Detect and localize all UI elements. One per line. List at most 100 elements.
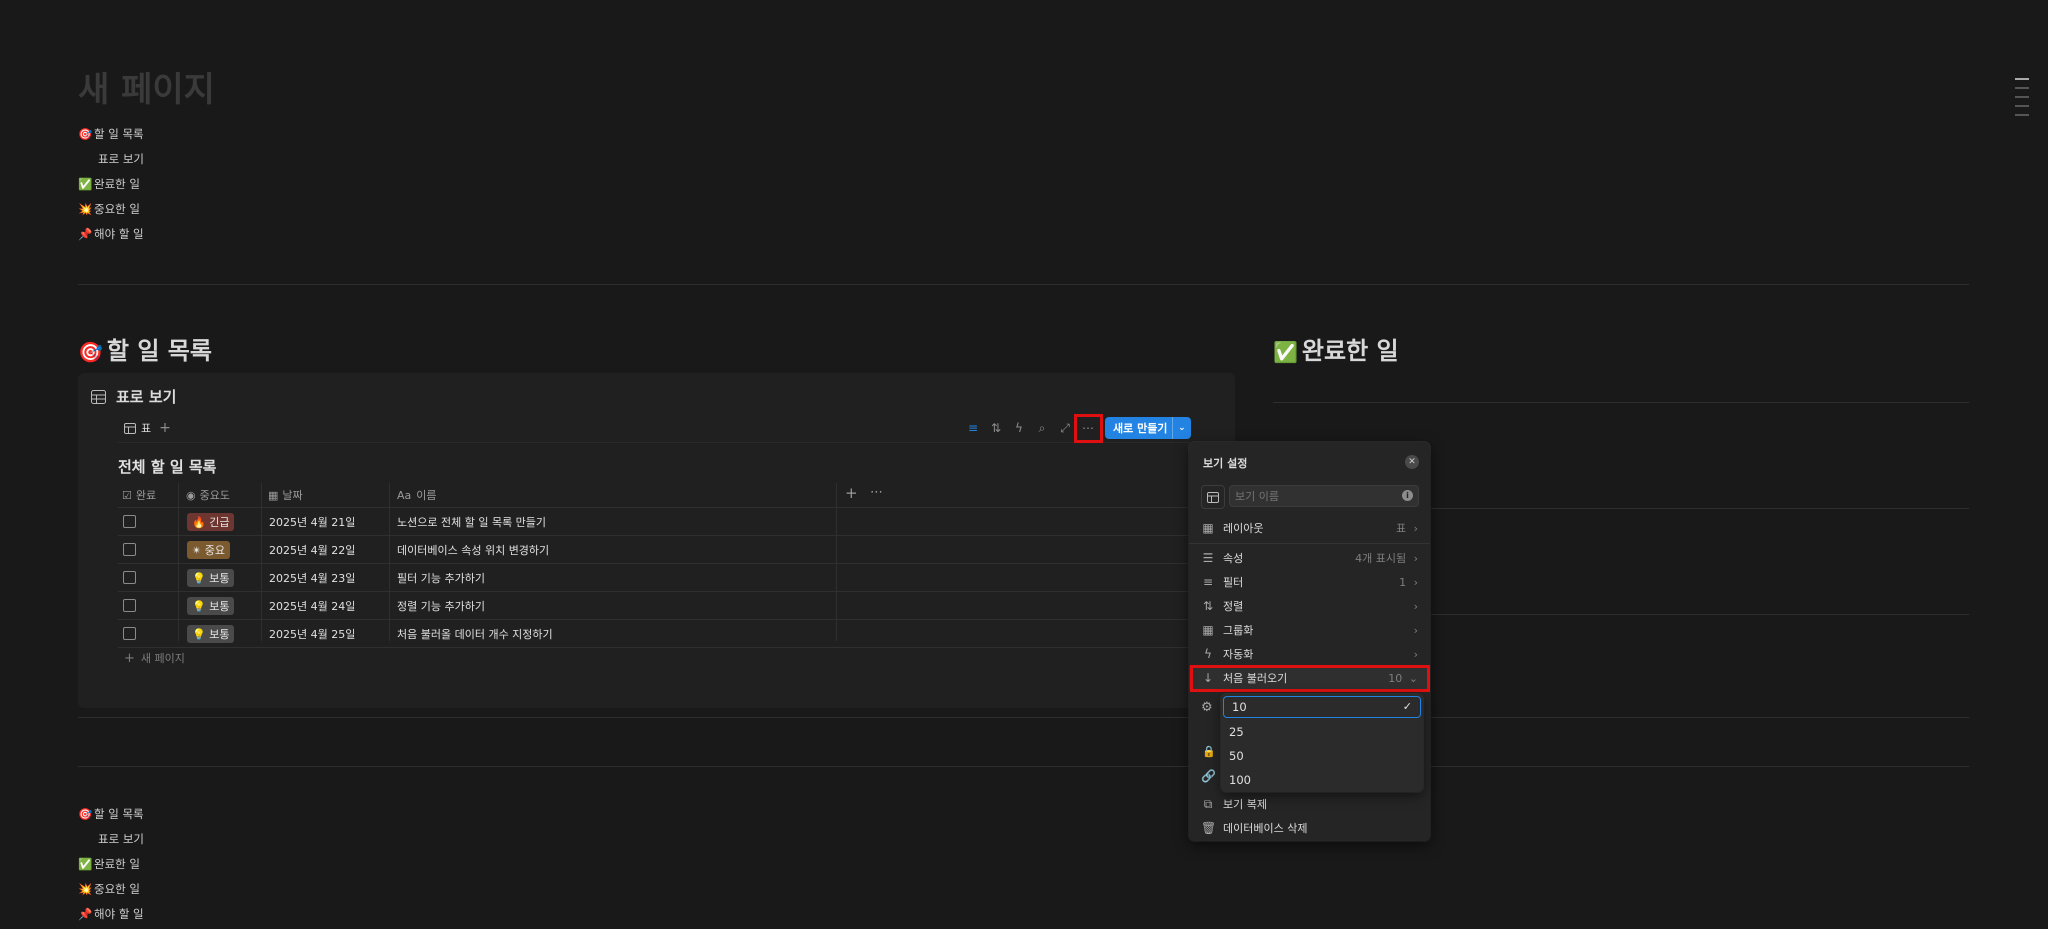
menu-item-automation[interactable]: ϟ 자동화 › bbox=[1189, 642, 1430, 666]
automation-icon[interactable]: ϟ bbox=[1009, 418, 1029, 438]
table-body: 🔥 긴급 2025년 4월 21일 노션으로 전체 할 일 목록 만들기 ✴ 중… bbox=[118, 507, 1190, 648]
column-label: 완료 bbox=[135, 489, 157, 502]
toc-label: 표로 보기 bbox=[98, 152, 144, 166]
toc-item-table-view[interactable]: 표로 보기 bbox=[78, 147, 278, 172]
expand-icon[interactable]: ⤢ bbox=[1055, 418, 1075, 438]
search-icon[interactable]: ⌕ bbox=[1032, 418, 1052, 438]
chevron-right-icon: › bbox=[1413, 623, 1418, 637]
target-icon: 🎯 bbox=[78, 807, 93, 821]
column-header-priority[interactable]: ◉ 중요도 bbox=[186, 487, 230, 503]
column-header-date[interactable]: ▦ 날짜 bbox=[268, 487, 303, 503]
toc-item-todo[interactable]: 🎯 할 일 목록 bbox=[78, 802, 278, 827]
tab-table[interactable]: 표 bbox=[124, 420, 151, 436]
table-icon bbox=[91, 389, 106, 404]
table-row[interactable]: 💡 보통 2025년 4월 24일 정렬 기능 추가하기 bbox=[118, 591, 1190, 619]
chevron-right-icon: › bbox=[1413, 575, 1418, 589]
column-label: 중요도 bbox=[199, 489, 230, 502]
load-option-selected[interactable]: 10 ✓ bbox=[1223, 696, 1421, 718]
date-cell[interactable]: 2025년 4월 25일 bbox=[269, 626, 355, 642]
toc-item-important[interactable]: 💥 중요한 일 bbox=[78, 877, 278, 902]
menu-item-layout[interactable]: ▦ 레이아웃 표 › bbox=[1189, 516, 1430, 540]
menu-item-delete-database[interactable]: 🗑 데이터베이스 삭제 bbox=[1189, 816, 1430, 840]
outline-mark bbox=[2015, 78, 2029, 80]
menu-item-filter[interactable]: ≡ 필터 1 › bbox=[1189, 570, 1430, 594]
date-cell[interactable]: 2025년 4월 22일 bbox=[269, 542, 355, 558]
page-outline[interactable] bbox=[2015, 78, 2029, 123]
priority-tag[interactable]: ✴ 중요 bbox=[187, 540, 230, 559]
name-cell[interactable]: 데이터베이스 속성 위치 변경하기 bbox=[397, 542, 549, 558]
outline-mark bbox=[2015, 105, 2029, 107]
table-row[interactable]: ✴ 중요 2025년 4월 22일 데이터베이스 속성 위치 변경하기 bbox=[118, 535, 1190, 563]
column-more-icon[interactable]: ⋯ bbox=[870, 485, 883, 500]
menu-item-label: 자동화 bbox=[1223, 648, 1254, 661]
database-view-title[interactable]: 표로 보기 bbox=[91, 386, 176, 407]
toc-item-todo[interactable]: 🎯 할 일 목록 bbox=[78, 122, 278, 147]
view-icon-picker[interactable] bbox=[1201, 485, 1225, 509]
menu-item-label: 데이터베이스 삭제 bbox=[1223, 822, 1308, 835]
column-header-done[interactable]: ☑ 완료 bbox=[122, 487, 156, 503]
sort-icon[interactable]: ⇅ bbox=[986, 418, 1006, 438]
section-heading-done[interactable]: ✅ 완료한 일 bbox=[1273, 331, 1399, 366]
done-checkbox[interactable] bbox=[123, 571, 136, 584]
pin-icon: 📌 bbox=[78, 907, 93, 921]
load-option[interactable]: 100 bbox=[1221, 768, 1423, 792]
page-title[interactable]: 새 페이지 bbox=[78, 62, 215, 111]
outline-mark bbox=[2015, 114, 2029, 116]
section-heading-todo[interactable]: 🎯 할 일 목록 bbox=[78, 331, 212, 366]
toc-item-table-view[interactable]: 표로 보기 bbox=[78, 827, 278, 852]
pin-icon: 📌 bbox=[78, 227, 93, 241]
chevron-down-icon[interactable]: ⌄ bbox=[1171, 417, 1191, 439]
load-option[interactable]: 50 bbox=[1221, 744, 1423, 768]
priority-tag[interactable]: 💡 보통 bbox=[187, 596, 235, 615]
table-title[interactable]: 전체 할 일 목록 bbox=[118, 456, 216, 477]
toc-label: 완료한 일 bbox=[94, 857, 140, 871]
layout-icon: ▦ bbox=[1202, 521, 1214, 535]
toc-item-must-do[interactable]: 📌 해야 할 일 bbox=[78, 902, 278, 927]
done-checkbox[interactable] bbox=[123, 627, 136, 640]
tab-label: 표 bbox=[141, 422, 152, 435]
new-page-row[interactable]: + 새 페이지 bbox=[124, 650, 185, 666]
column-header-name[interactable]: Aa 이름 bbox=[397, 487, 437, 503]
table-row[interactable]: 💡 보통 2025년 4월 25일 처음 불러올 데이터 개수 지정하기 bbox=[118, 619, 1190, 648]
divider bbox=[78, 766, 1969, 767]
value-text: 1 bbox=[1399, 575, 1407, 589]
info-icon[interactable]: i bbox=[1402, 490, 1413, 501]
table-row[interactable]: 💡 보통 2025년 4월 23일 필터 기능 추가하기 bbox=[118, 563, 1190, 591]
table-icon bbox=[124, 422, 136, 434]
done-checkbox[interactable] bbox=[123, 543, 136, 556]
name-cell[interactable]: 처음 불러올 데이터 개수 지정하기 bbox=[397, 626, 553, 642]
menu-item-group[interactable]: ▦ 그룹화 › bbox=[1189, 618, 1430, 642]
table-row[interactable]: 🔥 긴급 2025년 4월 21일 노션으로 전체 할 일 목록 만들기 bbox=[118, 507, 1190, 535]
priority-tag[interactable]: 💡 보통 bbox=[187, 624, 235, 643]
date-cell[interactable]: 2025년 4월 24일 bbox=[269, 598, 355, 614]
toc-item-done[interactable]: ✅ 완료한 일 bbox=[78, 172, 278, 197]
new-item-button[interactable]: 새로 만들기 ⌄ bbox=[1105, 417, 1191, 439]
add-view-icon[interactable]: + bbox=[159, 420, 171, 436]
add-column-icon[interactable]: + bbox=[845, 484, 858, 502]
filter-icon[interactable]: ≡ bbox=[963, 418, 983, 438]
priority-tag[interactable]: 💡 보통 bbox=[187, 568, 235, 587]
menu-item-sort[interactable]: ⇅ 정렬 › bbox=[1189, 594, 1430, 618]
heading-text: 할 일 목록 bbox=[106, 337, 212, 365]
priority-tag[interactable]: 🔥 긴급 bbox=[187, 512, 235, 531]
close-icon[interactable]: ✕ bbox=[1405, 455, 1419, 469]
toc-label: 해야 할 일 bbox=[94, 907, 144, 921]
heading-text: 완료한 일 bbox=[1301, 337, 1399, 365]
checkmark-icon: ✓ bbox=[1402, 700, 1412, 713]
menu-item-duplicate-view[interactable]: ⧉ 보기 복제 bbox=[1189, 792, 1430, 816]
name-cell[interactable]: 노션으로 전체 할 일 목록 만들기 bbox=[397, 514, 546, 530]
menu-item-label: 그룹화 bbox=[1223, 624, 1254, 637]
toc-item-important[interactable]: 💥 중요한 일 bbox=[78, 197, 278, 222]
load-option[interactable]: 25 bbox=[1221, 720, 1423, 744]
toc-item-done[interactable]: ✅ 완료한 일 bbox=[78, 852, 278, 877]
date-cell[interactable]: 2025년 4월 23일 bbox=[269, 570, 355, 586]
name-cell[interactable]: 필터 기능 추가하기 bbox=[397, 570, 485, 586]
outline-mark bbox=[2015, 96, 2029, 98]
toc-item-must-do[interactable]: 📌 해야 할 일 bbox=[78, 222, 278, 247]
menu-item-properties[interactable]: ☰ 속성 4개 표시됨 › bbox=[1189, 546, 1430, 570]
date-cell[interactable]: 2025년 4월 21일 bbox=[269, 514, 355, 530]
done-checkbox[interactable] bbox=[123, 599, 136, 612]
name-cell[interactable]: 정렬 기능 추가하기 bbox=[397, 598, 485, 614]
view-name-input[interactable] bbox=[1229, 485, 1419, 507]
done-checkbox[interactable] bbox=[123, 515, 136, 528]
